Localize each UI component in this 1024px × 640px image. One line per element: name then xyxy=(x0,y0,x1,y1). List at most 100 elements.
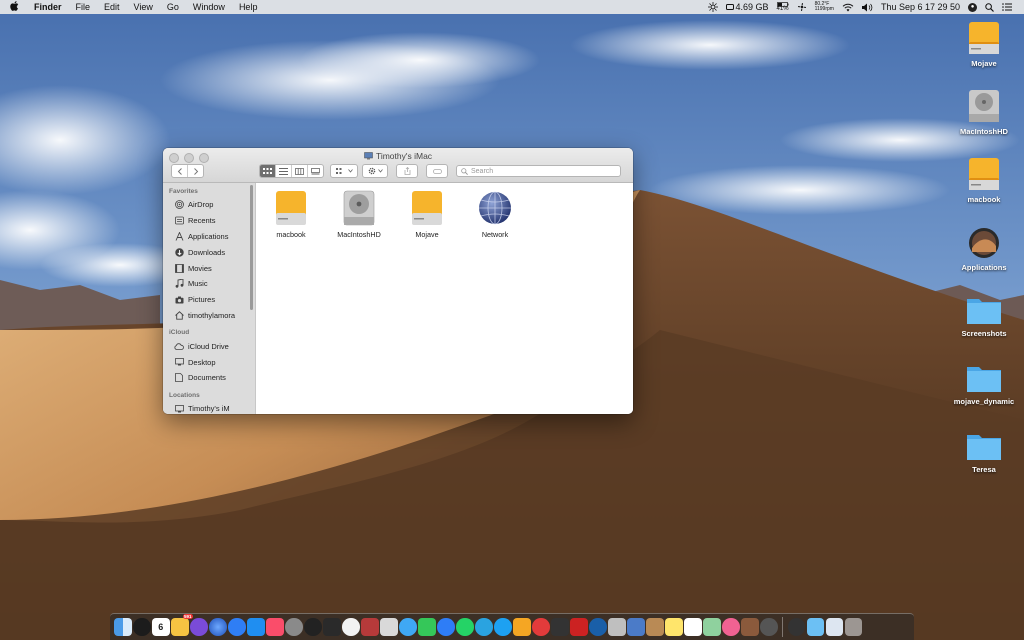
dock-photos-icon[interactable] xyxy=(342,618,360,636)
finder-item-mojave[interactable]: Mojave xyxy=(397,189,457,239)
dock-image-capture-icon[interactable] xyxy=(627,618,645,636)
dock-twitter-icon[interactable] xyxy=(494,618,512,636)
forward-button[interactable] xyxy=(188,165,203,177)
sidebar-item-recents[interactable]: Recents xyxy=(163,213,255,229)
menu-file[interactable]: File xyxy=(69,2,98,12)
volume-icon[interactable] xyxy=(858,3,877,12)
dock-system-preferences-icon[interactable] xyxy=(760,618,778,636)
dock-calendar-icon[interactable]: 6 xyxy=(152,618,170,636)
dock-photo-booth-icon[interactable] xyxy=(361,618,379,636)
dock-stocks-icon[interactable] xyxy=(551,618,569,636)
sidebar-item-pictures[interactable]: Pictures xyxy=(163,292,255,308)
menu-view[interactable]: View xyxy=(127,2,160,12)
finder-content-area[interactable]: macbook MacIntoshHD Mojave Network xyxy=(256,183,633,414)
user-switch-icon[interactable]: ● xyxy=(964,2,981,12)
dock-stickies-icon[interactable] xyxy=(665,618,683,636)
group-by-button[interactable] xyxy=(330,164,358,178)
dock-finder-icon[interactable] xyxy=(114,618,132,636)
dock-music-icon[interactable] xyxy=(266,618,284,636)
sidebar-item-icloud-drive[interactable]: iCloud Drive xyxy=(163,338,255,354)
home-icon xyxy=(174,310,184,320)
dock-siri-icon[interactable] xyxy=(190,618,208,636)
dock-mojave-icon[interactable] xyxy=(741,618,759,636)
sidebar-item-applications[interactable]: Applications xyxy=(163,229,255,245)
battery-indicator[interactable]: 41% xyxy=(773,2,793,12)
dock-launchpad-icon[interactable] xyxy=(133,618,151,636)
sidebar-item-this-computer[interactable]: Timothy's iM xyxy=(163,401,255,414)
sidebar-item-home[interactable]: timothylamora xyxy=(163,308,255,324)
gallery-view-button[interactable] xyxy=(308,165,323,177)
apple-menu-icon[interactable] xyxy=(0,0,27,14)
window-toolbar: Search xyxy=(171,164,625,178)
sidebar-item-music[interactable]: Music xyxy=(163,276,255,292)
dock-notes-app-icon[interactable]: 591 xyxy=(171,614,193,636)
brightness-icon[interactable] xyxy=(704,2,722,12)
desktop-icon-screenshots[interactable]: Screenshots xyxy=(949,294,1019,338)
sidebar-item-documents[interactable]: Documents xyxy=(163,370,255,386)
finder-item-network[interactable]: Network xyxy=(465,189,525,239)
sensor-readout[interactable]: 80.2°F 1199rpm xyxy=(811,2,838,12)
desktop-icon-mojave[interactable]: Mojave xyxy=(949,20,1019,68)
document-icon xyxy=(174,373,184,383)
notification-center-icon[interactable] xyxy=(998,3,1016,11)
dock-whatsapp-icon[interactable] xyxy=(456,618,474,636)
sidebar-item-label: timothylamora xyxy=(188,310,236,320)
menu-clock[interactable]: Thu Sep 6 17 29 50 xyxy=(877,2,964,12)
dock-quicktime-icon[interactable] xyxy=(589,618,607,636)
desktop-icon-macintoshhd[interactable]: MacIntoshHD xyxy=(949,88,1019,136)
finder-item-macbook[interactable]: macbook xyxy=(261,189,321,239)
menu-go[interactable]: Go xyxy=(160,2,186,12)
back-button[interactable] xyxy=(172,165,188,177)
action-menu-button[interactable] xyxy=(362,164,388,178)
fan-icon[interactable] xyxy=(793,2,811,12)
dock-contacts-icon[interactable] xyxy=(646,618,664,636)
dock-compass-icon[interactable] xyxy=(304,618,322,636)
icon-view-button[interactable] xyxy=(260,165,276,177)
menu-edit[interactable]: Edit xyxy=(97,2,127,12)
disk-space-indicator[interactable]: 4.69 GB xyxy=(722,2,773,12)
dock-browser-icon[interactable] xyxy=(228,618,246,636)
menu-window[interactable]: Window xyxy=(186,2,232,12)
dock-system-info-icon[interactable] xyxy=(608,618,626,636)
share-button[interactable] xyxy=(396,164,418,178)
window-titlebar[interactable]: Timothy's iMac Search xyxy=(163,148,633,183)
dock-folder-icon[interactable] xyxy=(806,618,824,636)
spotlight-search-icon[interactable] xyxy=(981,2,998,12)
search-field[interactable]: Search xyxy=(456,165,621,177)
finder-item-macintoshhd[interactable]: MacIntoshHD xyxy=(329,189,389,239)
desktop-icon-teresa[interactable]: Teresa xyxy=(949,430,1019,474)
dock-facetime-icon[interactable] xyxy=(418,618,436,636)
wifi-icon[interactable] xyxy=(838,3,858,12)
sidebar-item-airdrop[interactable]: AirDrop xyxy=(163,197,255,213)
list-view-button[interactable] xyxy=(276,165,292,177)
sidebar-item-label: AirDrop xyxy=(188,200,214,210)
menu-help[interactable]: Help xyxy=(232,2,265,12)
dock-trash-icon[interactable] xyxy=(844,618,862,636)
dock-safari-icon[interactable] xyxy=(209,618,227,636)
dock-activity-monitor-icon[interactable] xyxy=(323,618,341,636)
dock-rocket-icon[interactable] xyxy=(285,618,303,636)
dock-news-icon[interactable] xyxy=(532,618,550,636)
menu-app-finder[interactable]: Finder xyxy=(27,2,69,12)
desktop-icon-applications[interactable]: Applications xyxy=(949,226,1019,272)
dock-messages-icon[interactable] xyxy=(399,618,417,636)
sidebar-item-movies[interactable]: Movies xyxy=(163,260,255,276)
dock-app-store-icon[interactable] xyxy=(247,618,265,636)
dock-photo-app-icon[interactable] xyxy=(722,618,740,636)
dock-recent-item-icon[interactable] xyxy=(787,618,805,636)
sidebar-item-downloads[interactable]: Downloads xyxy=(163,244,255,260)
dock-textedit-icon[interactable] xyxy=(684,618,702,636)
dock-downloads-stack-icon[interactable] xyxy=(825,618,843,636)
dock-reeder-icon[interactable] xyxy=(513,618,531,636)
desktop-icon-mojave-dynamic[interactable]: mojave_dynamic xyxy=(949,362,1019,406)
sidebar-scrollbar[interactable] xyxy=(250,185,253,310)
dock-telegram-icon[interactable] xyxy=(475,618,493,636)
desktop-icon-macbook[interactable]: macbook xyxy=(949,156,1019,204)
edit-tags-button[interactable] xyxy=(426,164,448,178)
dock-messenger-icon[interactable] xyxy=(437,618,455,636)
dock-utility-icon[interactable] xyxy=(570,618,588,636)
column-view-button[interactable] xyxy=(292,165,308,177)
dock-maps-icon[interactable] xyxy=(703,618,721,636)
sidebar-item-desktop[interactable]: Desktop xyxy=(163,354,255,370)
dock-preview-icon[interactable] xyxy=(380,618,398,636)
